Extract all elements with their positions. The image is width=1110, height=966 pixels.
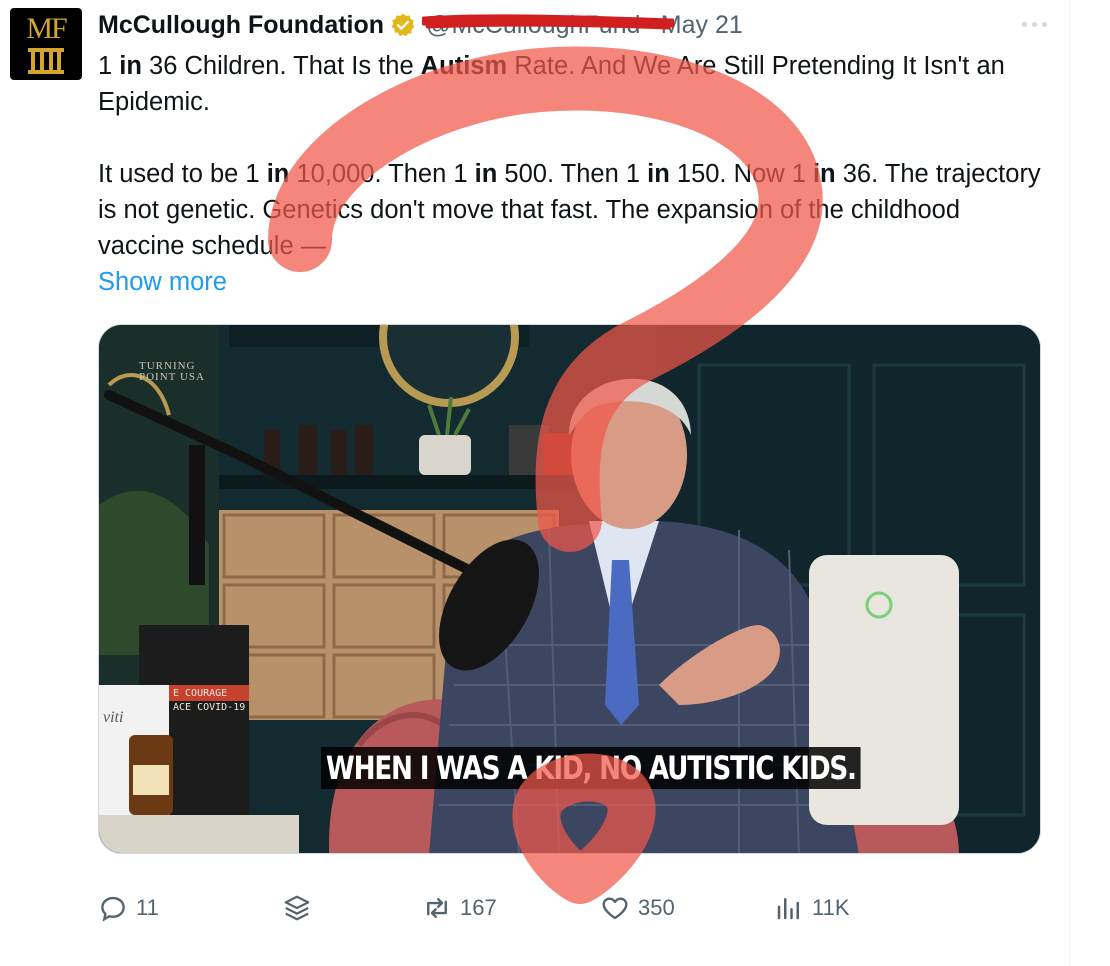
box-label: viti (103, 709, 124, 726)
repost-icon (427, 898, 447, 918)
tweet-paragraph-2: It used to be 1 in 10,000. Then 1 in 500… (98, 160, 1041, 260)
avatar[interactable]: MF (10, 8, 82, 80)
brand-line-2: POINT USA (139, 371, 205, 383)
more-icon[interactable] (1020, 14, 1050, 34)
reply-count: 11 (136, 895, 159, 920)
avatar-pillars-logo (28, 48, 64, 74)
avatar-monogram: MF (26, 12, 67, 45)
repost-count: 167 (460, 895, 497, 920)
book-title-line-2: ACE COVID-19 (173, 702, 246, 713)
tweet-actions: 11 167 350 11K (98, 884, 1048, 932)
repost-button[interactable]: 167 (422, 884, 497, 932)
display-name[interactable]: McCullough Foundation (98, 11, 384, 40)
tweet-text: 1 in 36 Children. That Is the Autism Rat… (98, 48, 1048, 264)
reply-button[interactable]: 11 (98, 884, 159, 932)
handle-redaction-scribble (422, 13, 675, 29)
tweet: MF McCullough Foundation @McCulloughFund… (0, 0, 1070, 966)
handle[interactable]: @McCulloughFund (422, 11, 675, 40)
views-button[interactable]: 11K (774, 884, 850, 932)
video-caption: WHEN I WAS A KID, NO AUTISTIC KIDS. (321, 747, 861, 789)
like-count: 350 (638, 895, 675, 920)
stack-icon (284, 895, 310, 921)
turning-point-logo: TURNING POINT USA (139, 361, 205, 383)
like-icon (602, 897, 628, 920)
views-icon (777, 898, 799, 920)
book-title: E COURAGE ACE COVID-19 (173, 687, 245, 715)
tweet-header: McCullough Foundation @McCulloughFund · … (98, 8, 743, 42)
book-title-line-1: E COURAGE (173, 688, 228, 699)
view-count: 11K (812, 895, 850, 920)
video-thumbnail[interactable]: TURNING POINT USA E COURAGE ACE COVID-19… (98, 324, 1041, 854)
like-button[interactable]: 350 (600, 884, 675, 932)
grok-button[interactable] (282, 884, 320, 932)
show-more-link[interactable]: Show more (98, 268, 227, 297)
tweet-paragraph-1: 1 in 36 Children. That Is the Autism Rat… (98, 52, 1005, 116)
verified-badge-icon (391, 13, 415, 37)
reply-icon (101, 896, 125, 922)
